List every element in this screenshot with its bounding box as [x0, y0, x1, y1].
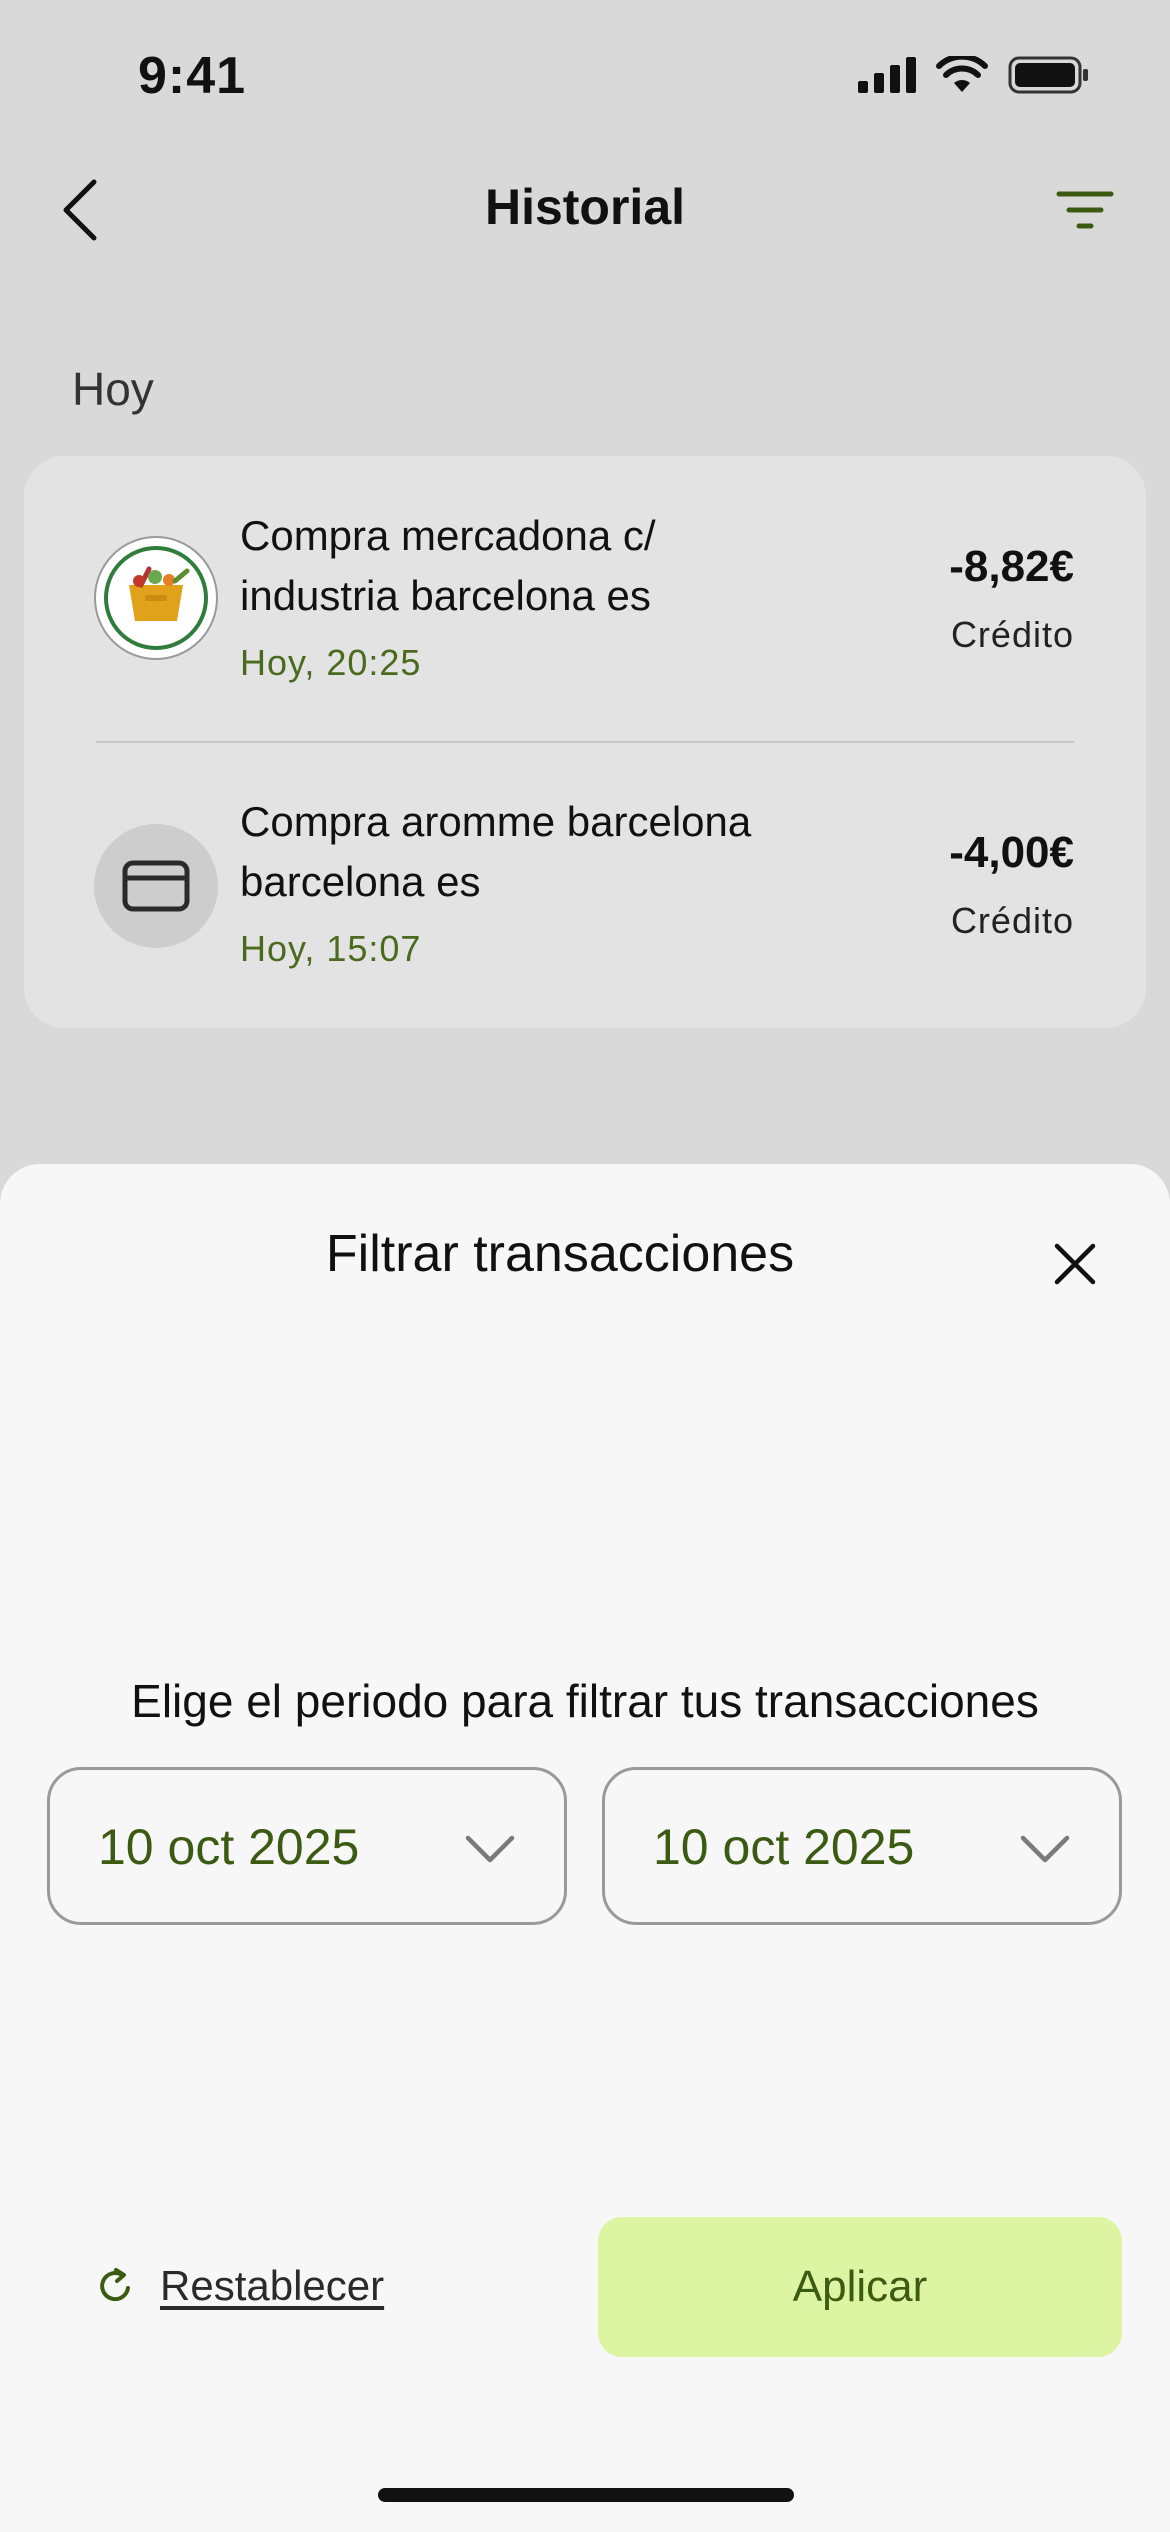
app-header: Historial [0, 150, 1170, 270]
status-time: 9:41 [138, 47, 247, 105]
close-button[interactable] [1020, 1214, 1130, 1314]
reset-button[interactable]: Restablecer [96, 2262, 384, 2310]
reset-label: Restablecer [160, 2262, 385, 2309]
transaction-date: Hoy, 20:25 [240, 642, 422, 683]
transaction-type: Crédito [950, 900, 1074, 941]
wifi-icon [936, 56, 988, 92]
transaction-row[interactable]: Compra aromme barcelona barcelona es Hoy… [24, 742, 1146, 1028]
refresh-icon [100, 2268, 130, 2301]
to-date-value: 10 oct 2025 [653, 1819, 915, 1875]
sheet-title: Filtrar transacciones [325, 1225, 795, 1283]
apply-button[interactable]: Aplicar [598, 2217, 1122, 2357]
chevron-down-icon [465, 1835, 515, 1863]
home-indicator [378, 2488, 794, 2502]
transaction-name: Compra aromme barcelona barcelona es [240, 798, 752, 905]
signal-icon [858, 57, 916, 93]
grocery-basket-icon [94, 536, 218, 660]
transaction-type: Crédito [950, 614, 1074, 655]
filter-icon [1056, 191, 1114, 229]
from-date-select[interactable]: 10 oct 2025 [47, 1767, 567, 1925]
transaction-date: Hoy, 15:07 [240, 928, 422, 969]
section-label-today: Hoy [72, 363, 154, 415]
battery-icon [1008, 56, 1088, 94]
close-icon [1054, 1243, 1096, 1285]
credit-card-icon [94, 824, 218, 948]
transaction-row[interactable]: Compra mercadona c/ industria barcelona … [24, 456, 1146, 742]
transaction-amount: -8,82€ [949, 542, 1074, 591]
transactions-card: Compra mercadona c/ industria barcelona … [24, 456, 1146, 1028]
to-date-select[interactable]: 10 oct 2025 [602, 1767, 1122, 1925]
filter-button[interactable] [1040, 170, 1130, 250]
from-date-value: 10 oct 2025 [98, 1819, 360, 1875]
chevron-down-icon [1020, 1835, 1070, 1863]
transaction-amount: -4,00€ [949, 828, 1074, 877]
status-bar: 9:41 [0, 0, 1170, 150]
page-title: Historial [484, 179, 686, 235]
status-icons [858, 56, 1090, 94]
filter-bottom-sheet: Filtrar transacciones Elige el periodo p… [0, 1164, 1170, 2532]
transaction-name: Compra mercadona c/ industria barcelona … [240, 512, 656, 619]
period-label: Elige el periodo para filtrar tus transa… [131, 1675, 1039, 1727]
